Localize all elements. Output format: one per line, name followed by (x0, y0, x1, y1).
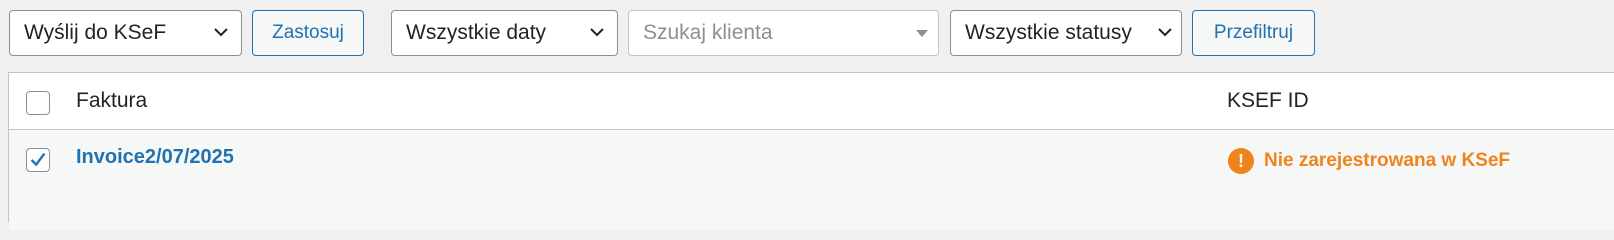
filter-button-label: Przefiltruj (1213, 22, 1294, 43)
client-search-placeholder: Szukaj klienta (643, 21, 773, 44)
exclamation-circle-icon: ! (1228, 148, 1254, 174)
date-filter-selected: Wszystkie daty (406, 21, 547, 44)
status-filter-selected: Wszystkie statusy (965, 21, 1132, 44)
bulk-action-selected: Wyślij do KSeF (24, 21, 167, 44)
client-search-combobox[interactable]: Szukaj klienta (628, 10, 939, 56)
table-header: Faktura KSEF ID (9, 73, 1614, 130)
chevron-down-icon (1158, 28, 1172, 37)
bulk-action-select[interactable]: Wyślij do KSeF (9, 10, 242, 56)
row-checkbox[interactable] (26, 148, 50, 172)
select-all-checkbox[interactable] (26, 91, 50, 115)
caret-down-icon (916, 30, 928, 37)
checkmark-icon (30, 152, 46, 167)
column-header-ksef-id[interactable]: KSEF ID (1227, 89, 1309, 113)
apply-button[interactable]: Zastosuj (252, 10, 364, 56)
column-header-invoice[interactable]: Faktura (76, 89, 147, 113)
chevron-down-icon (214, 28, 228, 37)
chevron-down-icon (590, 28, 604, 37)
apply-button-label: Zastosuj (272, 22, 344, 43)
filter-button[interactable]: Przefiltruj (1192, 10, 1315, 56)
table-row: Invoice2/07/2025 ! Nie zarejestrowana w … (9, 130, 1614, 230)
ksef-status-label: Nie zarejestrowana w KSeF (1264, 150, 1511, 171)
status-filter-select[interactable]: Wszystkie statusy (950, 10, 1182, 56)
date-filter-select[interactable]: Wszystkie daty (391, 10, 618, 56)
invoices-table: Faktura KSEF ID Invoice2/07/2025 ! Nie z… (8, 72, 1614, 230)
invoice-link[interactable]: Invoice2/07/2025 (76, 146, 234, 169)
ksef-status: ! Nie zarejestrowana w KSeF (1228, 148, 1510, 174)
